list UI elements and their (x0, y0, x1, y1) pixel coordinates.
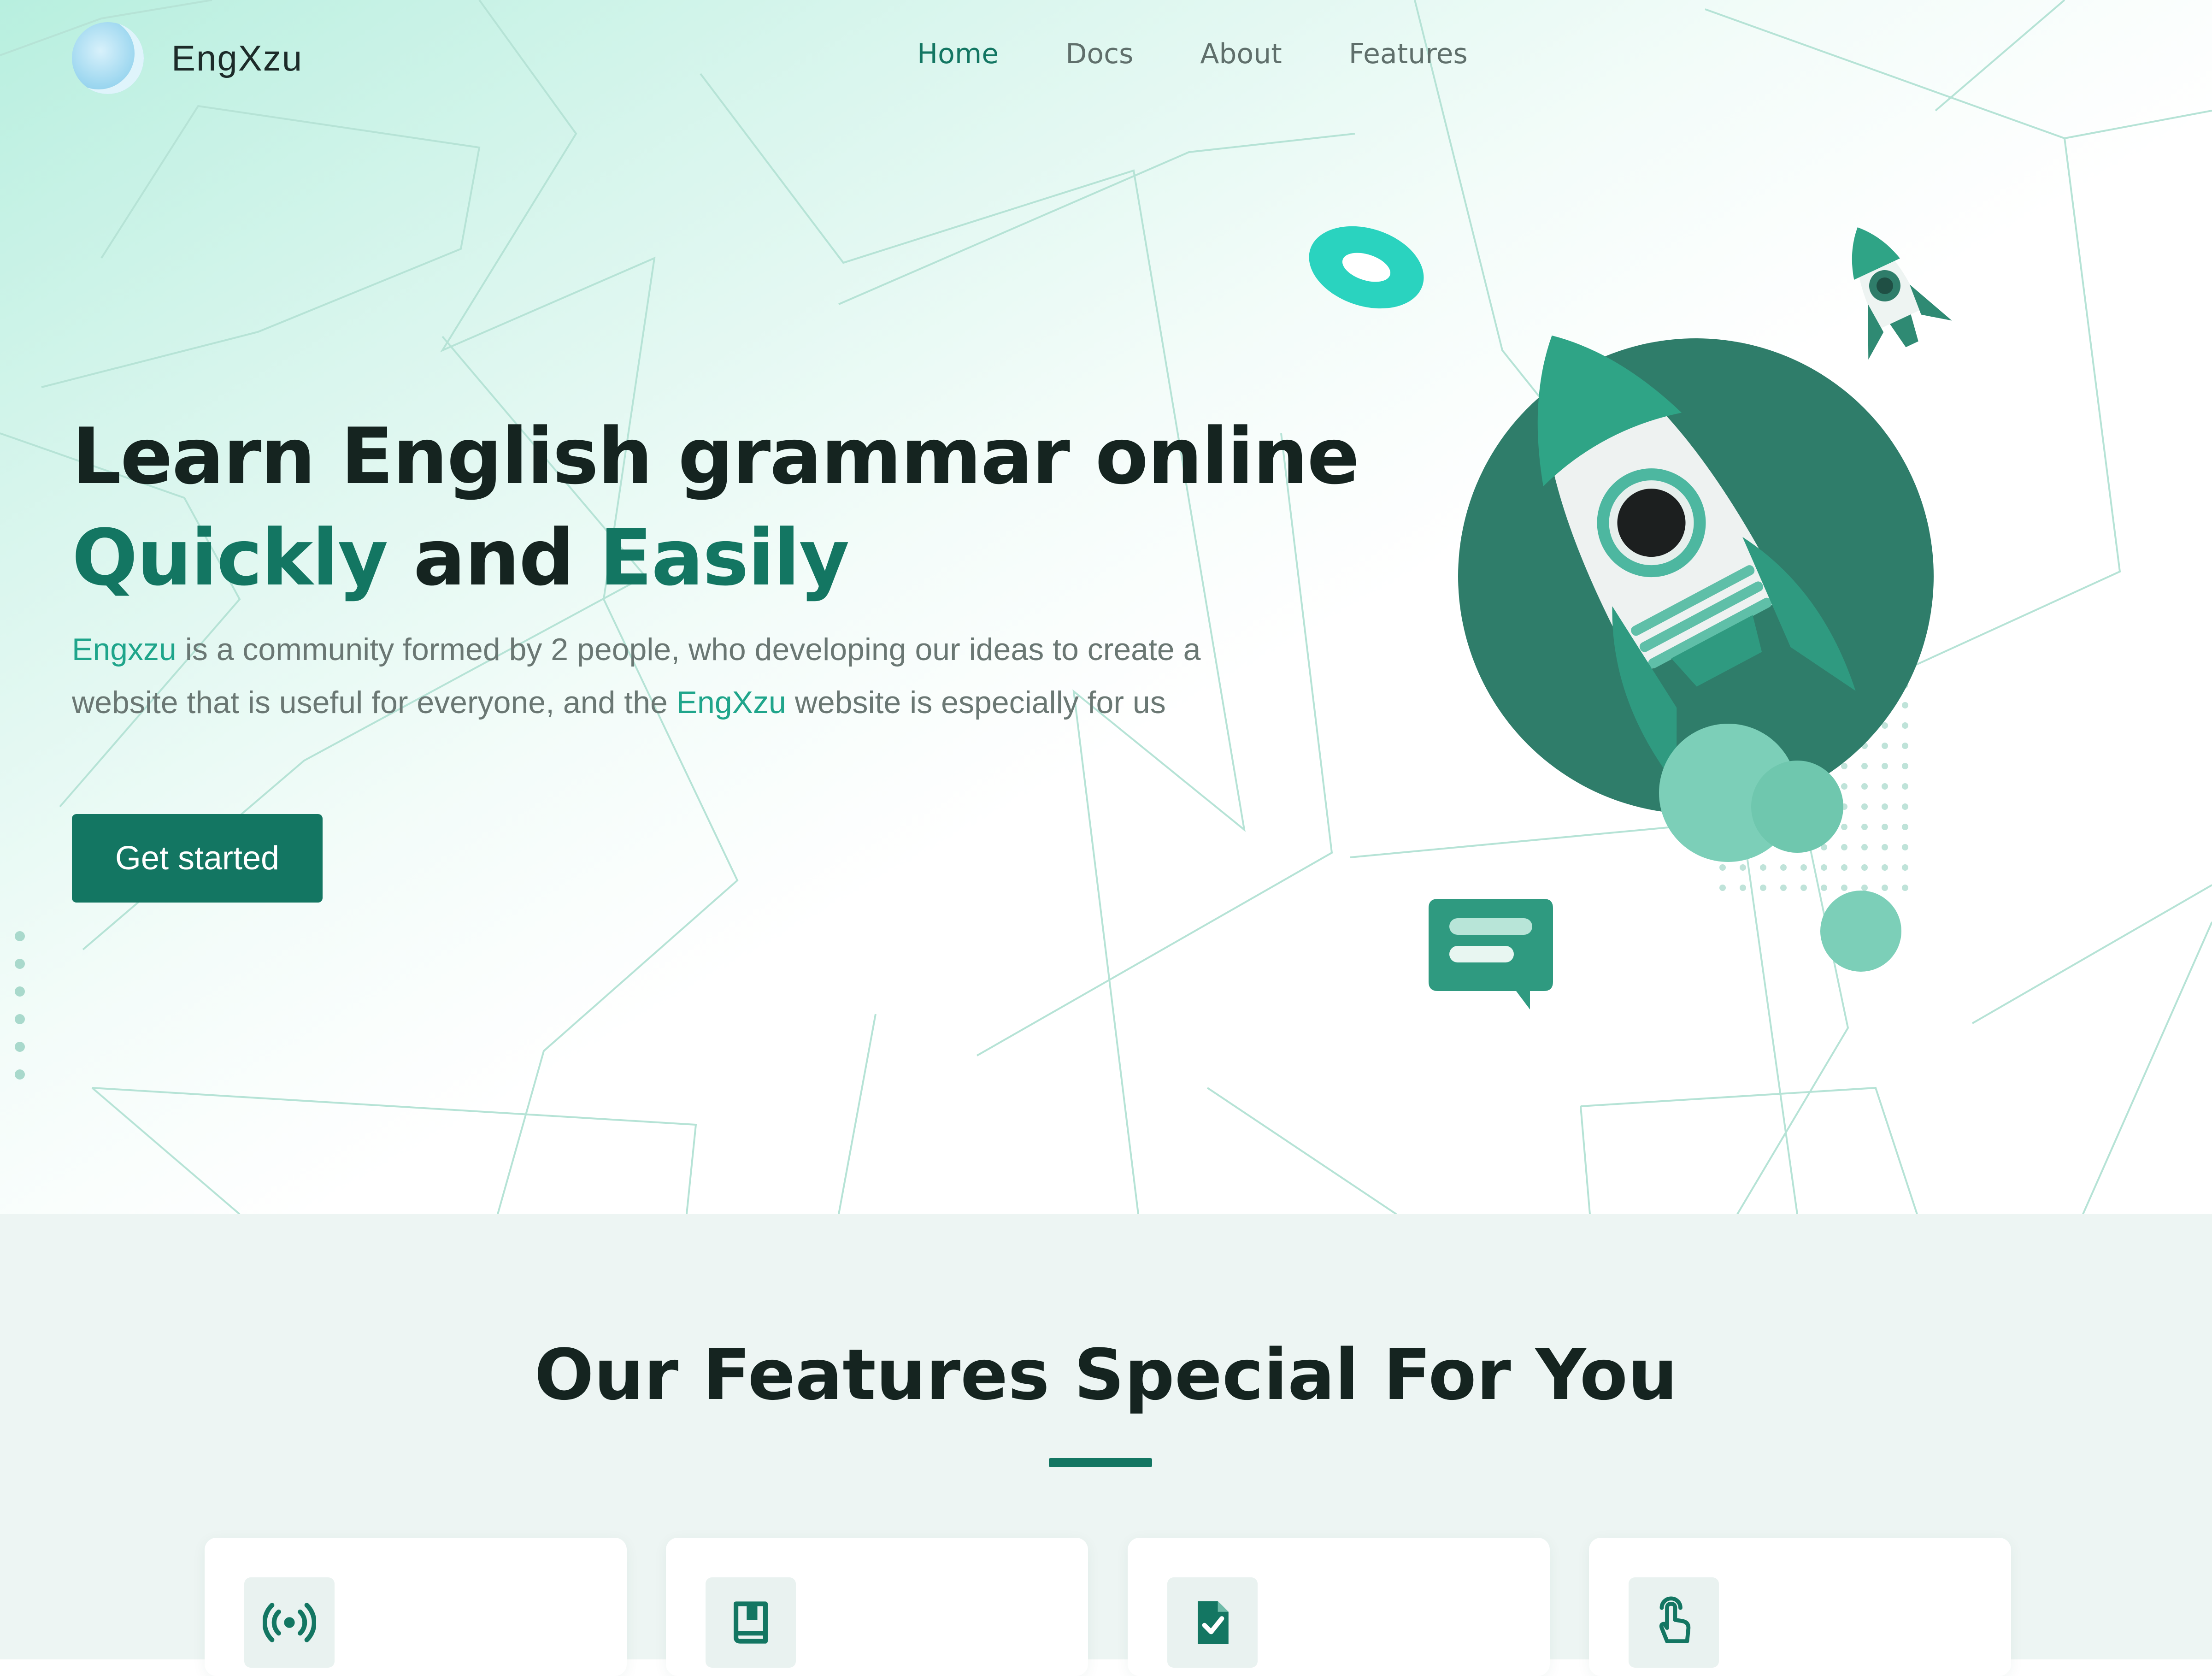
nav-link-about[interactable]: About (1200, 38, 1282, 70)
chat-bubble-decoration (1429, 899, 1553, 1009)
logo-icon (72, 22, 144, 94)
feature-card-2[interactable] (666, 1538, 1088, 1676)
file-check-icon (1167, 1577, 1258, 1668)
feature-card-3[interactable] (1128, 1538, 1550, 1676)
brand-name: EngXzu (171, 37, 303, 78)
feature-card-4[interactable] (1589, 1538, 2011, 1676)
book-icon (706, 1577, 796, 1668)
feature-card-1[interactable] (205, 1538, 627, 1676)
pointer-hand-icon (1629, 1577, 1719, 1668)
headline-quickly: Quickly (72, 513, 388, 603)
exhaust-cloud-small (1751, 761, 1843, 853)
get-started-button[interactable]: Get started (72, 814, 323, 903)
nav-link-features[interactable]: Features (1349, 38, 1468, 70)
hero-headline: Learn English grammar online Quickly and… (72, 406, 1359, 608)
main-nav: Home Docs About Features (917, 38, 1535, 70)
headline-and: and (387, 513, 600, 603)
headline-line1: Learn English grammar online (72, 411, 1359, 502)
decorative-dots (15, 931, 26, 1080)
brand-logo[interactable]: EngXzu (72, 22, 303, 94)
floating-sphere (1820, 891, 1901, 972)
title-underline (1049, 1458, 1152, 1467)
hero-description: Engxzu is a community formed by 2 people… (72, 623, 1261, 729)
rocket-illustration-graphic (1309, 226, 1952, 1009)
intro-brand-engxzu: Engxzu (72, 632, 176, 667)
rocket-illustration (1272, 194, 1991, 1023)
nav-link-docs[interactable]: Docs (1065, 38, 1133, 70)
intro-text-2: website is especially for us (786, 685, 1166, 720)
small-rocket-decoration (1852, 227, 1952, 360)
features-title: Our Features Special For You (534, 1334, 1678, 1416)
intro-brand-engxzu-2: EngXzu (676, 685, 786, 720)
nav-link-home[interactable]: Home (917, 38, 999, 70)
torus-decoration (1309, 226, 1424, 309)
broadcast-icon (244, 1577, 335, 1668)
hero-section: EngXzu Home Docs About Features Learn En… (0, 0, 2212, 1214)
headline-easily: Easily (599, 513, 850, 603)
